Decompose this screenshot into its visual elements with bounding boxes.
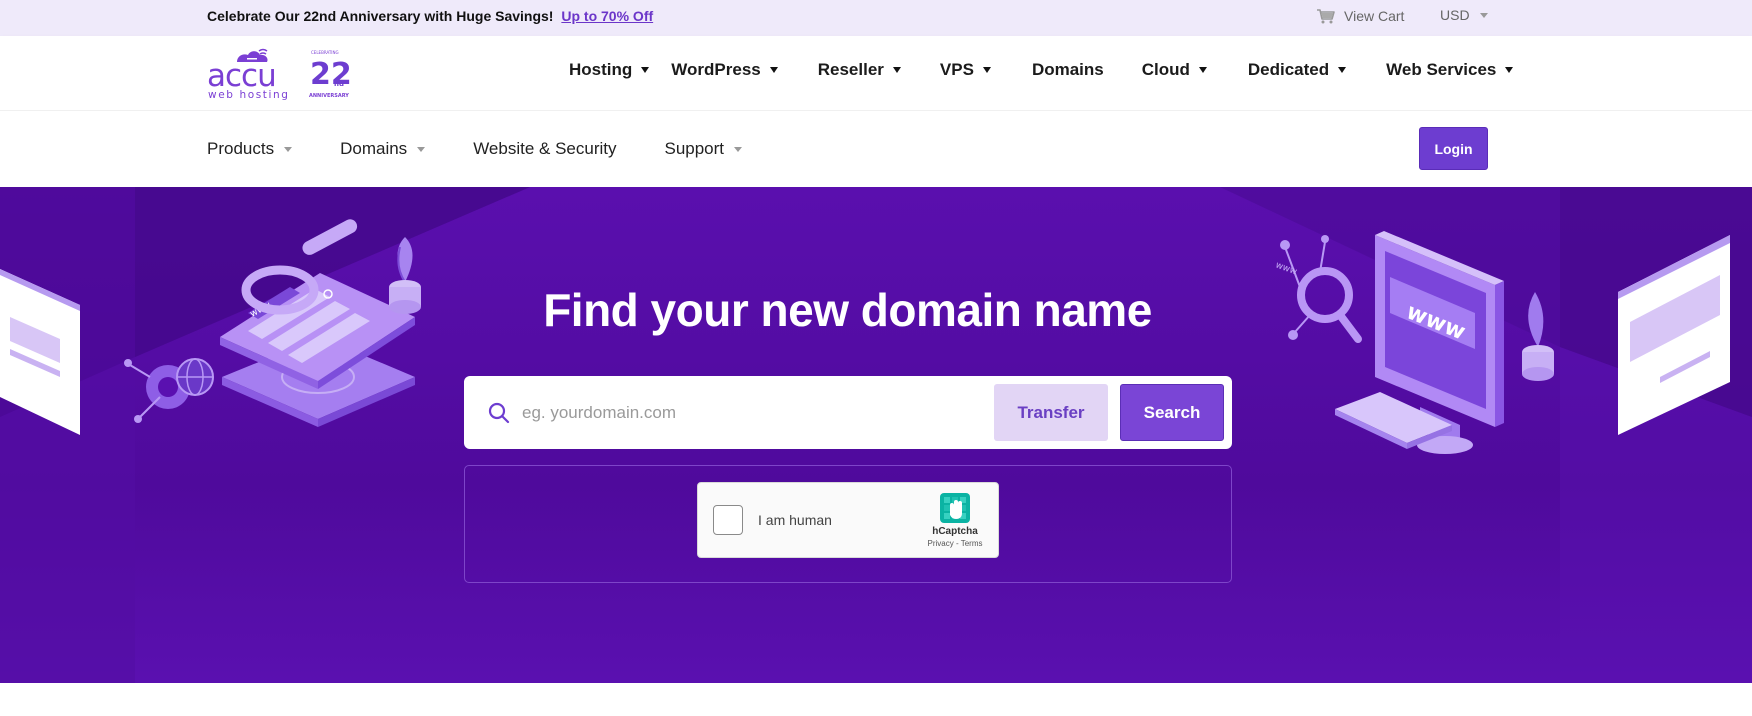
transfer-button[interactable]: Transfer — [994, 384, 1108, 441]
caret-down-icon — [892, 67, 901, 73]
promo-link[interactable]: Up to 70% Off — [561, 8, 653, 24]
subnav-item-products[interactable]: Products — [207, 139, 293, 159]
subnav-item-label: Support — [664, 139, 725, 158]
caret-down-icon — [982, 67, 991, 73]
right-small-www-text: www — [1274, 260, 1298, 277]
chevron-down-icon — [734, 146, 743, 152]
nav-item-hosting[interactable]: Hosting — [569, 60, 650, 80]
search-button[interactable]: Search — [1120, 384, 1224, 441]
search-icon — [488, 402, 510, 424]
domain-search-box: Transfer Search — [464, 376, 1232, 449]
subnav-item-website-security[interactable]: Website & Security — [473, 139, 616, 159]
captcha-privacy-link[interactable]: Privacy — [928, 539, 954, 548]
logo-tagline: web hosting — [208, 89, 290, 101]
nav-item-label: Reseller — [817, 60, 884, 79]
nav-item-label: VPS — [939, 60, 974, 79]
caret-down-icon — [641, 67, 650, 73]
captcha-links: Privacy - Terms — [918, 539, 992, 548]
view-cart-link[interactable]: View Cart — [1316, 7, 1404, 25]
nav-item-web-services[interactable]: Web Services — [1386, 60, 1514, 80]
nav-item-dedicated[interactable]: Dedicated — [1247, 60, 1347, 80]
sub-nav: Products Domains Website & Security Supp… — [0, 110, 1752, 187]
login-button[interactable]: Login — [1419, 127, 1488, 170]
captcha-container: I am human hCaptcha Privacy - Terms — [464, 465, 1232, 583]
cart-icon — [1317, 9, 1335, 24]
caret-down-icon — [769, 67, 778, 73]
secondary-nav: Products Domains Website & Security Supp… — [207, 139, 743, 159]
hcaptcha-logo-icon — [940, 493, 970, 523]
subnav-item-label: Domains — [340, 139, 408, 158]
currency-selector[interactable]: USD — [1440, 7, 1488, 23]
captcha-label: I am human — [758, 512, 832, 528]
domain-search-input[interactable] — [522, 394, 922, 432]
nav-item-cloud[interactable]: Cloud — [1142, 60, 1207, 80]
accu-logo-icon: accu web hosting CELEBRATING 22 nd ANNIV… — [207, 48, 352, 101]
captcha-brand: hCaptcha — [932, 526, 978, 537]
view-cart-label: View Cart — [1344, 8, 1405, 24]
nav-item-label: Web Services — [1386, 60, 1497, 79]
promo-text: Celebrate Our 22nd Anniversary with Huge… — [207, 8, 653, 24]
primary-nav: Hosting WordPress Reseller VPS Domains C… — [569, 60, 1514, 80]
nav-item-wordpress[interactable]: WordPress — [671, 60, 778, 80]
currency-label: USD — [1440, 7, 1470, 23]
nav-item-vps[interactable]: VPS — [940, 60, 991, 80]
chevron-down-icon — [417, 146, 426, 152]
promo-bar: Celebrate Our 22nd Anniversary with Huge… — [0, 0, 1752, 36]
subnav-item-domains[interactable]: Domains — [340, 139, 426, 159]
caret-down-icon — [1198, 67, 1207, 73]
nav-item-label: Cloud — [1141, 60, 1190, 79]
logo[interactable]: accu web hosting CELEBRATING 22 nd ANNIV… — [207, 46, 362, 102]
nav-item-label: WordPress — [671, 60, 761, 79]
hero-title: Find your new domain name — [543, 284, 1152, 336]
subnav-item-label: Products — [207, 139, 275, 158]
nav-item-label: Domains — [1031, 60, 1104, 79]
promo-message: Celebrate Our 22nd Anniversary with Huge… — [207, 8, 554, 24]
nav-item-label: Hosting — [569, 60, 633, 79]
captcha-separator: - — [953, 539, 961, 548]
badge-bottom: ANNIVERSARY — [309, 93, 349, 99]
hero-section: www www www Find your new domain name eg… — [0, 187, 1752, 683]
hcaptcha-widget: I am human hCaptcha Privacy - Terms — [697, 482, 999, 558]
captcha-checkbox[interactable] — [713, 505, 743, 535]
chevron-down-icon — [1479, 12, 1488, 18]
caret-down-icon — [1338, 67, 1347, 73]
captcha-terms-link[interactable]: Terms — [961, 539, 983, 548]
chevron-down-icon — [284, 146, 293, 152]
subnav-item-label: Website & Security — [473, 139, 617, 158]
subnav-item-support[interactable]: Support — [664, 139, 743, 159]
nav-item-reseller[interactable]: Reseller — [818, 60, 901, 80]
badge-number: 22 — [310, 57, 352, 92]
caret-down-icon — [1505, 67, 1514, 73]
nav-item-domains[interactable]: Domains — [1032, 60, 1104, 80]
main-nav: accu web hosting CELEBRATING 22 nd ANNIV… — [0, 36, 1752, 110]
badge-top: CELEBRATING — [311, 50, 339, 55]
nav-item-label: Dedicated — [1247, 60, 1330, 79]
badge-suffix: nd — [334, 80, 344, 88]
